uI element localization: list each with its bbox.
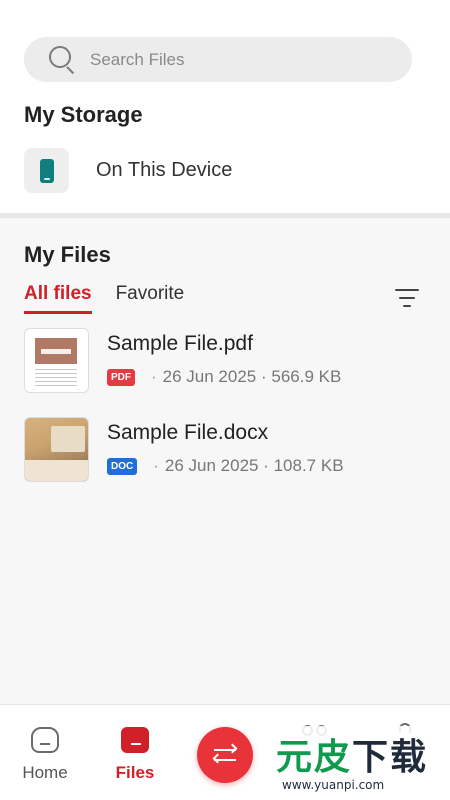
file-row[interactable]: Sample File.docx DOC · 26 Jun 2025 · 108…	[24, 417, 424, 506]
file-meta: DOC · 26 Jun 2025 · 108.7 KB	[107, 456, 344, 476]
transfer-button[interactable]	[197, 727, 253, 783]
meta-separator: ·	[153, 456, 159, 475]
search-icon	[48, 45, 78, 75]
phone-icon	[39, 158, 54, 183]
storage-panel: Search Files My Storage On This Device	[0, 30, 450, 213]
pdf-thumbnail	[24, 328, 89, 393]
tab-favorite[interactable]: Favorite	[116, 283, 185, 311]
filter-icon[interactable]	[393, 287, 421, 311]
file-type-badge: DOC	[107, 457, 138, 475]
nav-home-label: Home	[22, 763, 68, 782]
app-root: Search Files My Storage On This Device M…	[0, 0, 450, 800]
file-date-size: 26 Jun 2025 · 108.7 KB	[164, 456, 344, 475]
file-type-badge: PDF	[107, 368, 135, 386]
apps-icon[interactable]	[300, 725, 330, 739]
status-area	[0, 0, 450, 30]
home-icon	[28, 723, 62, 755]
file-list: Sample File.pdf PDF · 26 Jun 2025 · 566.…	[24, 328, 424, 506]
meta-separator: ·	[151, 367, 157, 386]
search-input[interactable]: Search Files	[90, 50, 184, 70]
file-name: Sample File.pdf	[107, 332, 253, 355]
bag-icon[interactable]	[392, 723, 418, 739]
docx-thumbnail	[24, 417, 89, 482]
on-this-device-item[interactable]: On This Device	[24, 148, 232, 193]
device-tile	[24, 148, 69, 193]
file-tabs: All files Favorite	[24, 283, 208, 314]
bottom-nav: Home Files	[0, 704, 450, 800]
files-panel: My Files All files Favorite Sample File.…	[0, 218, 450, 708]
nav-files[interactable]: Files	[100, 723, 170, 783]
tab-all-files[interactable]: All files	[24, 283, 92, 314]
search-bar[interactable]: Search Files	[24, 37, 412, 82]
nav-home[interactable]: Home	[10, 723, 80, 783]
file-name: Sample File.docx	[107, 421, 269, 444]
device-label: On This Device	[96, 159, 233, 181]
file-row[interactable]: Sample File.pdf PDF · 26 Jun 2025 · 566.…	[24, 328, 424, 417]
file-meta: PDF · 26 Jun 2025 · 566.9 KB	[107, 367, 341, 387]
nav-files-label: Files	[115, 763, 155, 782]
files-title: My Files	[24, 242, 111, 267]
transfer-icon	[210, 743, 240, 766]
file-date-size: 26 Jun 2025 · 566.9 KB	[162, 367, 342, 386]
files-icon	[118, 723, 152, 755]
storage-title: My Storage	[24, 102, 143, 127]
